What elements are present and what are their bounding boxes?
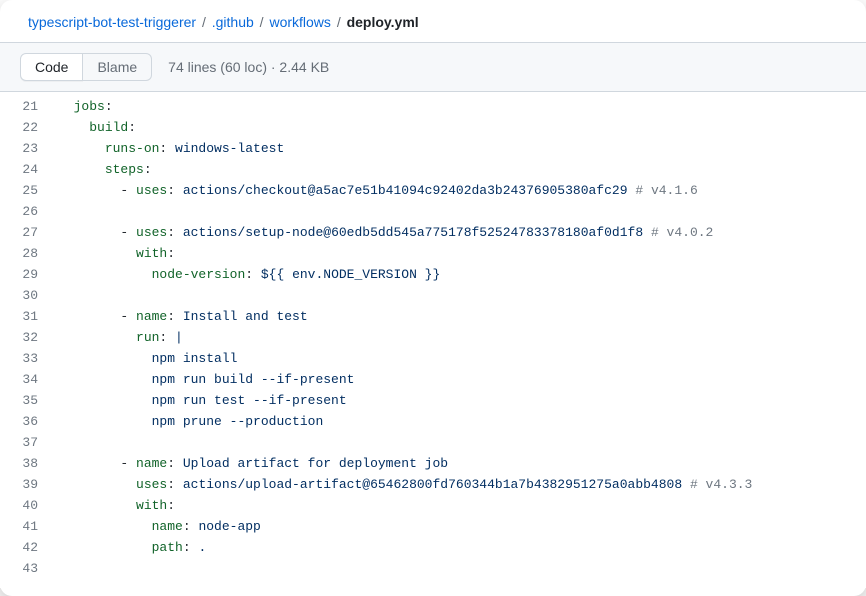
tab-code[interactable]: Code: [20, 53, 83, 81]
line-number[interactable]: 40: [10, 495, 38, 516]
code-line: build:: [58, 117, 752, 138]
code-line: - name: Upload artifact for deployment j…: [58, 453, 752, 474]
line-number[interactable]: 42: [10, 537, 38, 558]
line-number[interactable]: 37: [10, 432, 38, 453]
code-line: with:: [58, 243, 752, 264]
code-line: jobs:: [58, 96, 752, 117]
line-number[interactable]: 39: [10, 474, 38, 495]
line-number[interactable]: 35: [10, 390, 38, 411]
code-line: with:: [58, 495, 752, 516]
breadcrumb-sep: /: [337, 14, 341, 30]
breadcrumb-current: deploy.yml: [347, 14, 419, 30]
line-number[interactable]: 22: [10, 117, 38, 138]
code-line: npm prune --production: [58, 411, 752, 432]
code-line: node-version: ${{ env.NODE_VERSION }}: [58, 264, 752, 285]
line-number[interactable]: 41: [10, 516, 38, 537]
breadcrumb-sep: /: [202, 14, 206, 30]
line-number[interactable]: 29: [10, 264, 38, 285]
line-number[interactable]: 24: [10, 159, 38, 180]
code-line: [58, 558, 752, 579]
line-number[interactable]: 30: [10, 285, 38, 306]
line-number[interactable]: 31: [10, 306, 38, 327]
code-line: name: node-app: [58, 516, 752, 537]
line-number[interactable]: 26: [10, 201, 38, 222]
code-line: run: |: [58, 327, 752, 348]
breadcrumb-repo[interactable]: typescript-bot-test-triggerer: [28, 14, 196, 30]
file-meta: 74 lines (60 loc) · 2.44 KB: [168, 59, 329, 75]
breadcrumb-sep: /: [260, 14, 264, 30]
code-line: [58, 432, 752, 453]
view-toggle: Code Blame: [20, 53, 152, 81]
code-line: npm run test --if-present: [58, 390, 752, 411]
breadcrumb-part-0[interactable]: .github: [212, 14, 254, 30]
code-line: npm run build --if-present: [58, 369, 752, 390]
code-line: runs-on: windows-latest: [58, 138, 752, 159]
code-line: path: .: [58, 537, 752, 558]
code-line: uses: actions/upload-artifact@65462800fd…: [58, 474, 752, 495]
line-number[interactable]: 32: [10, 327, 38, 348]
code-content[interactable]: jobs: build: runs-on: windows-latest ste…: [58, 92, 752, 588]
file-toolbar: Code Blame 74 lines (60 loc) · 2.44 KB: [0, 43, 866, 92]
line-number[interactable]: 43: [10, 558, 38, 579]
code-line: - name: Install and test: [58, 306, 752, 327]
line-number-gutter: 2122232425262728293031323334353637383940…: [0, 92, 58, 588]
line-number[interactable]: 27: [10, 222, 38, 243]
code-line: steps:: [58, 159, 752, 180]
tab-blame[interactable]: Blame: [83, 53, 152, 81]
breadcrumb-part-1[interactable]: workflows: [269, 14, 330, 30]
line-number[interactable]: 28: [10, 243, 38, 264]
line-number[interactable]: 25: [10, 180, 38, 201]
code-line: [58, 285, 752, 306]
line-number[interactable]: 21: [10, 96, 38, 117]
breadcrumb: typescript-bot-test-triggerer / .github …: [0, 0, 866, 43]
code-line: - uses: actions/checkout@a5ac7e51b41094c…: [58, 180, 752, 201]
code-line: - uses: actions/setup-node@60edb5dd545a7…: [58, 222, 752, 243]
code-line: npm install: [58, 348, 752, 369]
code-line: [58, 201, 752, 222]
line-number[interactable]: 36: [10, 411, 38, 432]
line-number[interactable]: 23: [10, 138, 38, 159]
line-number[interactable]: 34: [10, 369, 38, 390]
line-number[interactable]: 33: [10, 348, 38, 369]
code-area: 2122232425262728293031323334353637383940…: [0, 92, 866, 588]
line-number[interactable]: 38: [10, 453, 38, 474]
